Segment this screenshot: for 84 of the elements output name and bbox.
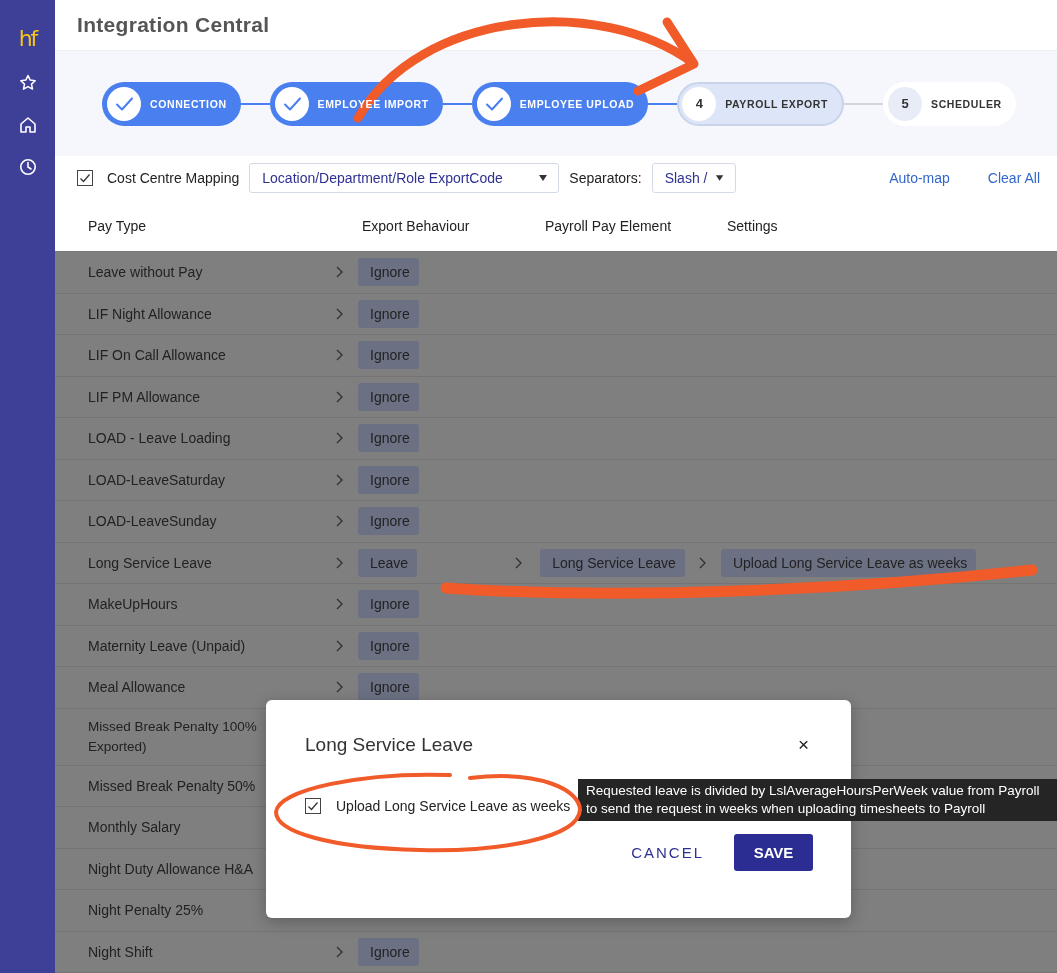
table-cell-text: LIF On Call Allowance — [88, 346, 226, 366]
behaviour-chip[interactable]: Ignore — [358, 424, 419, 453]
checkbox[interactable] — [77, 170, 93, 186]
table-cell-text: Monthly Salary — [88, 818, 181, 838]
chevron-icon[interactable] — [335, 473, 344, 486]
behaviour-chip[interactable]: Leave — [358, 548, 418, 577]
step-pill[interactable]: EMPLOYEE UPLOAD — [471, 81, 649, 126]
behaviour-chip[interactable]: Ignore — [358, 382, 419, 411]
table-cell-text: LOAD-LeaveSaturday — [88, 470, 225, 490]
tooltip-text: Requested leave is divided by LslAverageHoursPerWeek value from Payroll — [586, 782, 1041, 800]
chevron-icon[interactable] — [335, 349, 344, 362]
step-label: SCHEDULER — [931, 97, 1002, 110]
column-header: Pay Type — [87, 217, 148, 234]
check-icon — [274, 86, 309, 121]
checkbox[interactable] — [305, 798, 321, 814]
chevron-icon[interactable] — [335, 307, 344, 320]
logo[interactable]: hf — [18, 26, 37, 52]
table-cell-text: LIF PM Allowance — [88, 387, 201, 407]
table-cell-text: LOAD-LeaveSunday — [88, 512, 217, 532]
step-label: CONNECTION — [150, 97, 227, 110]
home-icon[interactable] — [18, 116, 37, 134]
page-title: Integration Central — [77, 13, 270, 37]
table-cell-text: MakeUpHours — [88, 595, 178, 615]
dialog-title: Long Service Leave — [305, 734, 473, 756]
checkbox-label: Upload Long Service Leave as weeks — [336, 798, 571, 814]
table-cell-text: Missed Break Penalty 100% Exported) — [88, 717, 257, 756]
setting-chip[interactable]: Upload Long Service Leave as weeks — [720, 548, 977, 577]
table-cell-text: LOAD - Leave Loading — [88, 429, 231, 449]
table-cell-text: Meal Allowance — [88, 678, 186, 698]
check-icon — [107, 86, 141, 121]
chevron-icon[interactable] — [335, 432, 344, 445]
behaviour-chip[interactable]: Ignore — [358, 507, 419, 536]
behaviour-chip[interactable]: Ignore — [358, 465, 419, 494]
behaviour-chip[interactable]: Ignore — [358, 341, 419, 370]
step-pill[interactable]: 4 PAYROLL EXPORT — [677, 81, 845, 126]
caret-icon — [538, 174, 549, 182]
tooltip-text: to send the request in weeks when uploading timesheets to Payroll — [586, 800, 987, 818]
table-cell-text: LIF Night Allowance — [88, 304, 212, 324]
step-pill[interactable]: 5 SCHEDULER — [883, 81, 1016, 126]
behaviour-chip[interactable]: Ignore — [358, 258, 419, 287]
behaviour-chip[interactable]: Ignore — [358, 631, 419, 660]
cancel-button[interactable]: CANCEL — [623, 836, 712, 869]
table-cell-text: Long Service Leave — [88, 553, 212, 573]
step-number: 5 — [888, 86, 923, 121]
chevron-icon[interactable] — [335, 945, 344, 958]
clock-icon[interactable] — [18, 158, 37, 176]
table-cell-text: Leave without Pay — [88, 263, 203, 283]
link[interactable]: Clear All — [987, 170, 1040, 186]
mapping-dropdown[interactable]: Location/Department/Role ExportCode — [249, 163, 560, 193]
chevron-icon[interactable] — [335, 266, 344, 279]
link[interactable]: Auto-map — [889, 170, 950, 186]
table-cell-text: Maternity Leave (Unpaid) — [88, 636, 246, 656]
chevron-icon[interactable] — [335, 639, 344, 652]
star-icon[interactable] — [18, 74, 37, 92]
pay-element-chip[interactable]: Long Service Leave — [540, 548, 685, 577]
behaviour-chip[interactable]: Ignore — [358, 673, 419, 702]
column-header: Export Behaviour — [362, 217, 471, 234]
behaviour-chip[interactable]: Ignore — [358, 299, 419, 328]
table-cell-text: Night Penalty 25% — [88, 901, 204, 921]
chevron-icon[interactable] — [335, 515, 344, 528]
step-label: PAYROLL EXPORT — [725, 97, 829, 110]
caret-icon — [715, 174, 725, 182]
chevron-icon[interactable] — [335, 598, 344, 611]
chevron-icon[interactable] — [335, 390, 344, 403]
chevron-icon[interactable] — [697, 556, 707, 569]
separators-label: Separators: — [569, 170, 642, 186]
separator-dropdown[interactable]: Slash / — [651, 163, 736, 193]
step-label: EMPLOYEE UPLOAD — [519, 97, 635, 110]
close-button[interactable]: × — [795, 734, 811, 756]
step-number: 4 — [682, 86, 717, 121]
table-cell-text: Night Shift — [88, 942, 153, 962]
step-pill[interactable]: CONNECTION — [102, 81, 241, 126]
behaviour-chip[interactable]: Ignore — [358, 937, 419, 966]
table-cell-text: Missed Break Penalty 50% — [88, 776, 256, 796]
table-cell-text: Night Duty Allowance H&A — [88, 859, 253, 879]
save-button[interactable]: SAVE — [734, 834, 813, 871]
check-icon — [476, 86, 511, 121]
behaviour-chip[interactable]: Ignore — [358, 590, 419, 619]
chevron-icon[interactable] — [335, 556, 344, 569]
chevron-icon[interactable] — [514, 556, 524, 569]
chevron-icon[interactable] — [335, 681, 344, 694]
checkbox-label: Cost Centre Mapping — [107, 170, 240, 186]
column-header: Payroll Pay Element — [545, 217, 673, 234]
column-header: Settings — [727, 217, 778, 234]
